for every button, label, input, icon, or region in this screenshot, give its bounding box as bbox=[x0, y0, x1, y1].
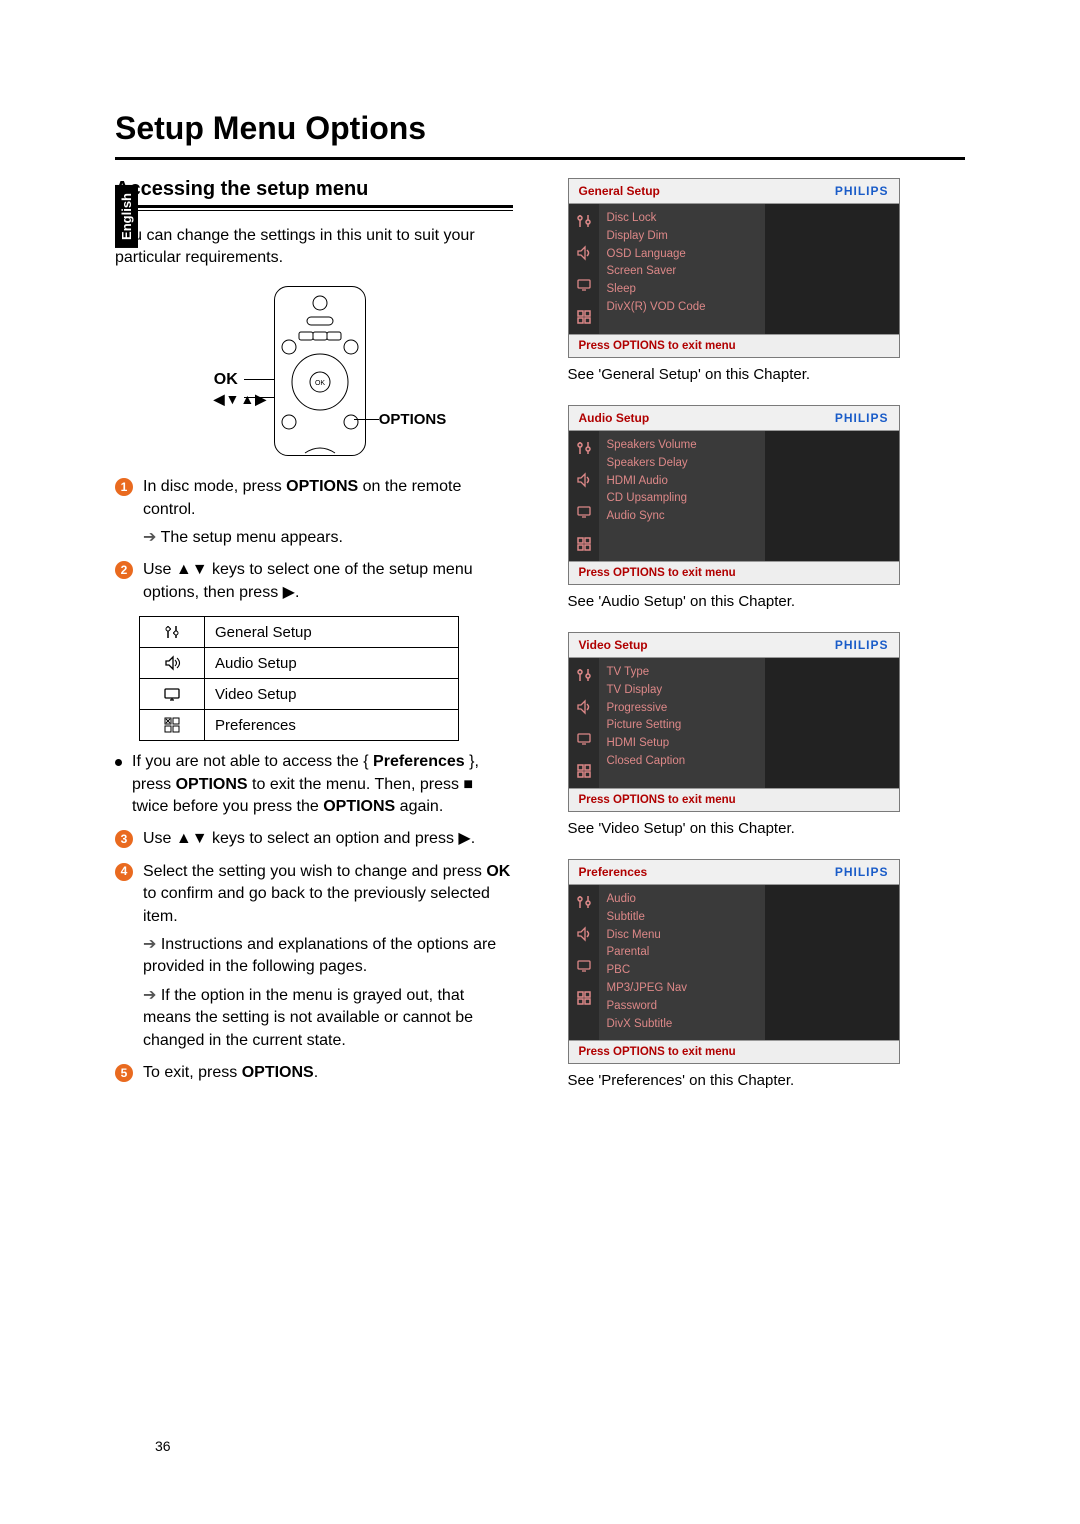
preferences-icon bbox=[575, 989, 593, 1007]
osd-item: OSD Language bbox=[607, 246, 757, 264]
osd-item: PBC bbox=[607, 962, 757, 980]
osd-item: Subtitle bbox=[607, 909, 757, 927]
step-4: 4 Select the setting you wish to change … bbox=[115, 861, 513, 1052]
osd-item: Picture Setting bbox=[607, 717, 757, 735]
step-1: 1 In disc mode, press OPTIONS on the rem… bbox=[115, 476, 513, 549]
osd-caption: See 'General Setup' on this Chapter. bbox=[568, 366, 966, 383]
osd-panel: General Setup PHILIPS Disc LockDisplay Dim… bbox=[568, 178, 900, 358]
general-setup-icon bbox=[575, 666, 593, 684]
menu-video: Video Setup bbox=[205, 679, 459, 710]
title-rule bbox=[115, 157, 965, 160]
page-title: Setup Menu Options bbox=[115, 110, 965, 147]
osd-item: TV Display bbox=[607, 682, 757, 700]
osd-item: Screen Saver bbox=[607, 263, 757, 281]
osd-item: Disc Menu bbox=[607, 927, 757, 945]
osd-caption: See 'Preferences' on this Chapter. bbox=[568, 1072, 966, 1089]
osd-footer: Press OPTIONS to exit menu bbox=[569, 561, 899, 584]
video-setup-icon bbox=[575, 730, 593, 748]
menu-general: General Setup bbox=[205, 617, 459, 648]
osd-items: Speakers VolumeSpeakers DelayHDMI AudioC… bbox=[599, 431, 765, 561]
osd-title: General Setup bbox=[579, 184, 660, 198]
intro-text: You can change the settings in this unit… bbox=[115, 225, 513, 268]
audio-setup-icon bbox=[140, 648, 205, 679]
osd-title: Audio Setup bbox=[579, 411, 650, 425]
osd-item: DivX(R) VOD Code bbox=[607, 299, 757, 317]
menu-audio: Audio Setup bbox=[205, 648, 459, 679]
video-setup-icon bbox=[140, 679, 205, 710]
philips-logo: PHILIPS bbox=[835, 638, 889, 652]
video-setup-icon bbox=[575, 957, 593, 975]
philips-logo: PHILIPS bbox=[835, 865, 889, 879]
language-tab: English bbox=[115, 185, 138, 248]
page-number: 36 bbox=[155, 1438, 171, 1454]
osd-item: HDMI Setup bbox=[607, 735, 757, 753]
osd-item: Audio Sync bbox=[607, 508, 757, 526]
osd-item: Audio bbox=[607, 891, 757, 909]
osd-items: Disc LockDisplay DimOSD LanguageScreen S… bbox=[599, 204, 765, 334]
menu-table: General Setup Audio Setup Video Setup Pr… bbox=[139, 616, 459, 741]
osd-item: Speakers Volume bbox=[607, 437, 757, 455]
preferences-note: If you are not able to access the { Pref… bbox=[115, 751, 513, 818]
preferences-icon bbox=[140, 710, 205, 741]
osd-item: MP3/JPEG Nav bbox=[607, 980, 757, 998]
general-setup-icon bbox=[140, 617, 205, 648]
osd-caption: See 'Audio Setup' on this Chapter. bbox=[568, 593, 966, 610]
osd-item: CD Upsampling bbox=[607, 490, 757, 508]
osd-panel: Video Setup PHILIPS TV TypeTV DisplayProgr… bbox=[568, 632, 900, 812]
remote-options-label: OPTIONS bbox=[379, 411, 447, 428]
philips-logo: PHILIPS bbox=[835, 411, 889, 425]
video-setup-icon bbox=[575, 276, 593, 294]
osd-item: Parental bbox=[607, 944, 757, 962]
preferences-icon bbox=[575, 762, 593, 780]
osd-items: TV TypeTV DisplayProgressivePicture Sett… bbox=[599, 658, 765, 788]
osd-item: DivX Subtitle bbox=[607, 1016, 757, 1034]
osd-item: Display Dim bbox=[607, 228, 757, 246]
step-badge-4: 4 bbox=[115, 863, 133, 881]
audio-setup-icon bbox=[575, 471, 593, 489]
osd-item: Speakers Delay bbox=[607, 455, 757, 473]
video-setup-icon bbox=[575, 503, 593, 521]
osd-panel: Preferences PHILIPS AudioSubtitleDisc Menu… bbox=[568, 859, 900, 1064]
step-1-sub: The setup menu appears. bbox=[143, 527, 513, 549]
osd-items: AudioSubtitleDisc MenuParentalPBCMP3/JPE… bbox=[599, 885, 765, 1040]
general-setup-icon bbox=[575, 893, 593, 911]
step-badge-2: 2 bbox=[115, 561, 133, 579]
audio-setup-icon bbox=[575, 698, 593, 716]
step-badge-1: 1 bbox=[115, 478, 133, 496]
svg-text:OK: OK bbox=[315, 380, 325, 387]
audio-setup-icon bbox=[575, 925, 593, 943]
step-3: 3 Use ▲▼ keys to select an option and pr… bbox=[115, 828, 513, 850]
osd-item: Password bbox=[607, 998, 757, 1016]
osd-item: TV Type bbox=[607, 664, 757, 682]
preferences-icon bbox=[575, 308, 593, 326]
general-setup-icon bbox=[575, 212, 593, 230]
osd-footer: Press OPTIONS to exit menu bbox=[569, 1040, 899, 1063]
step-badge-3: 3 bbox=[115, 830, 133, 848]
step-4-sub1: Instructions and explanations of the opt… bbox=[143, 934, 513, 979]
osd-caption: See 'Video Setup' on this Chapter. bbox=[568, 820, 966, 837]
osd-title: Preferences bbox=[579, 865, 648, 879]
osd-item: Sleep bbox=[607, 281, 757, 299]
audio-setup-icon bbox=[575, 244, 593, 262]
osd-item: Closed Caption bbox=[607, 753, 757, 771]
osd-item: Disc Lock bbox=[607, 210, 757, 228]
menu-prefs: Preferences bbox=[205, 710, 459, 741]
osd-item: HDMI Audio bbox=[607, 473, 757, 491]
osd-footer: Press OPTIONS to exit menu bbox=[569, 334, 899, 357]
osd-footer: Press OPTIONS to exit menu bbox=[569, 788, 899, 811]
step-4-sub2: If the option in the menu is grayed out,… bbox=[143, 985, 513, 1052]
remote-arrows-label: ◀▼▲▶ bbox=[214, 391, 267, 408]
osd-panel: Audio Setup PHILIPS Speakers VolumeSpeaker… bbox=[568, 405, 900, 585]
section-heading: Accessing the setup menu bbox=[115, 178, 513, 201]
step-badge-5: 5 bbox=[115, 1064, 133, 1082]
osd-item: Progressive bbox=[607, 700, 757, 718]
step-2: 2 Use ▲▼ keys to select one of the setup… bbox=[115, 559, 513, 604]
philips-logo: PHILIPS bbox=[835, 184, 889, 198]
remote-illustration: OK OK ◀▼▲▶ OPTIONS bbox=[164, 286, 464, 456]
osd-title: Video Setup bbox=[579, 638, 648, 652]
general-setup-icon bbox=[575, 439, 593, 457]
remote-ok-label: OK bbox=[214, 371, 238, 389]
preferences-icon bbox=[575, 535, 593, 553]
step-5: 5 To exit, press OPTIONS. bbox=[115, 1062, 513, 1084]
